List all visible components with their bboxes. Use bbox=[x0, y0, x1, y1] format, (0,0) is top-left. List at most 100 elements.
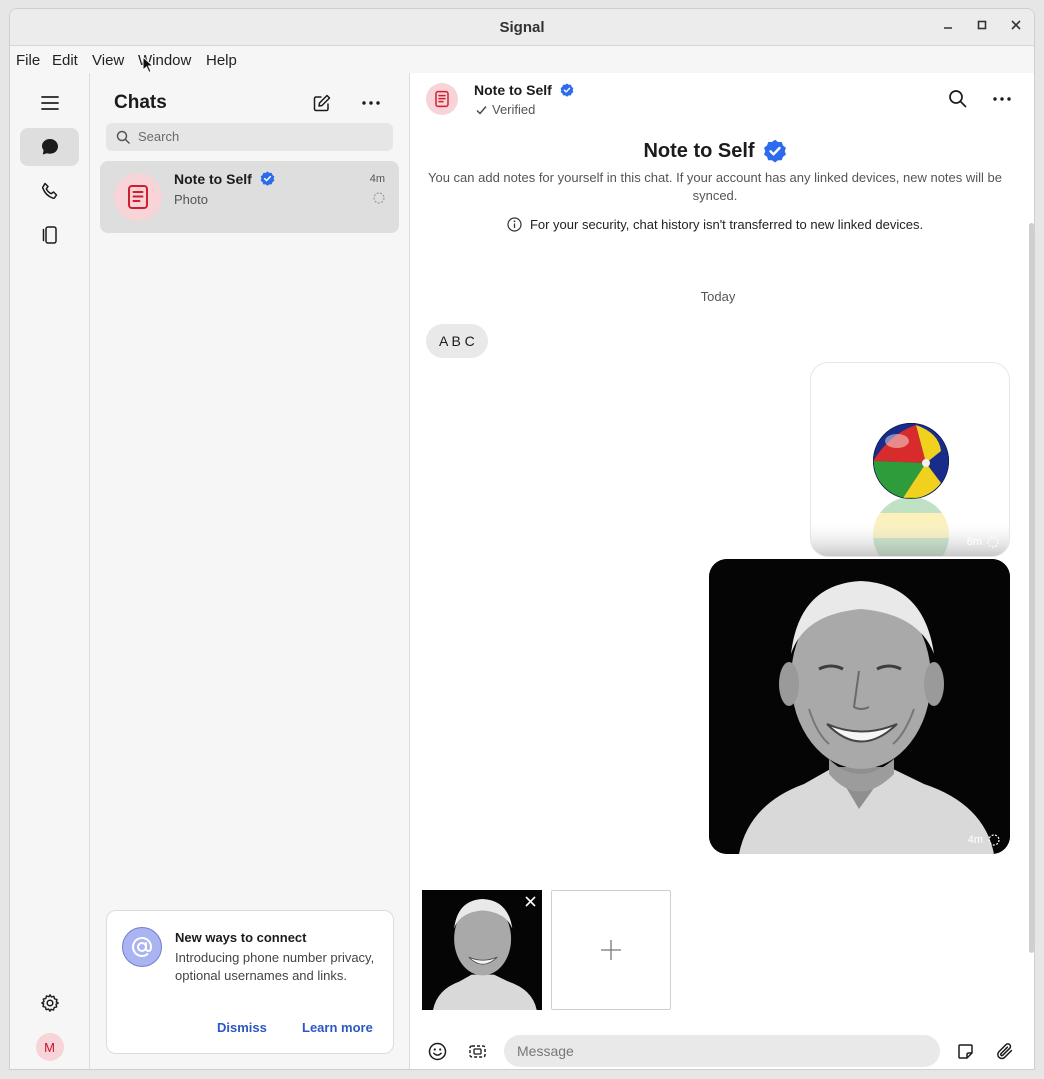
dismiss-button[interactable]: Dismiss bbox=[217, 1020, 267, 1035]
maximize-button[interactable] bbox=[973, 18, 991, 36]
nav-rail: M bbox=[10, 73, 90, 1069]
paperclip-icon bbox=[996, 1041, 1015, 1061]
nav-stories-button[interactable] bbox=[20, 216, 79, 254]
verified-badge-icon bbox=[763, 139, 787, 163]
message-placeholder: Message bbox=[517, 1043, 574, 1059]
note-icon bbox=[126, 184, 150, 210]
security-note-text: For your security, chat history isn't tr… bbox=[529, 217, 924, 232]
date-divider: Today bbox=[700, 289, 736, 304]
search-input[interactable]: Search bbox=[106, 123, 393, 151]
nav-chats-button[interactable] bbox=[20, 128, 79, 166]
chats-heading: Chats bbox=[114, 92, 167, 113]
menu-bar: File Edit View Window Help bbox=[10, 46, 1034, 73]
menu-edit[interactable]: Edit bbox=[52, 52, 78, 69]
verified-label: Verified bbox=[492, 102, 536, 117]
plus-icon bbox=[600, 939, 622, 961]
sending-status-icon bbox=[987, 536, 999, 548]
title-bar: Signal bbox=[10, 9, 1034, 46]
chat-list-pane: Chats Search Note to Self Photo 4m New w… bbox=[90, 73, 410, 1069]
avatar-initial: M bbox=[44, 1039, 55, 1055]
message-time: 6m bbox=[966, 536, 982, 548]
signal-window: Signal File Edit View Window Help M Chat… bbox=[9, 8, 1035, 1070]
message-time: 4m bbox=[967, 834, 983, 846]
sending-status-icon bbox=[988, 834, 1000, 846]
text-message-bubble[interactable]: A B C bbox=[426, 324, 488, 358]
sticker-icon bbox=[956, 1042, 975, 1061]
close-window-button[interactable] bbox=[1007, 18, 1025, 36]
avatar: M bbox=[35, 1033, 64, 1061]
notice-title: New ways to connect bbox=[175, 930, 307, 945]
phone-icon bbox=[40, 181, 60, 201]
sending-status-icon bbox=[373, 192, 385, 204]
gear-icon bbox=[40, 993, 60, 1013]
conversation-more-button[interactable] bbox=[993, 97, 1011, 101]
sticker-button[interactable] bbox=[956, 1042, 975, 1061]
conversation-avatar[interactable] bbox=[426, 83, 458, 115]
attachment-thumbnail-image bbox=[422, 890, 542, 1010]
info-icon bbox=[507, 217, 522, 232]
search-icon bbox=[948, 89, 967, 108]
emoji-icon bbox=[428, 1042, 447, 1061]
verified-status: Verified bbox=[476, 102, 535, 117]
learn-more-link[interactable]: Learn more bbox=[302, 1020, 373, 1035]
new-ways-to-connect-notice: New ways to connect Introducing phone nu… bbox=[106, 910, 394, 1054]
more-horizontal-icon bbox=[362, 101, 380, 105]
chat-name: Note to Self bbox=[174, 171, 252, 187]
checkmark-icon bbox=[476, 105, 487, 115]
intro-title: Note to Self bbox=[643, 139, 755, 162]
search-icon bbox=[116, 130, 130, 144]
intro-text: You can add notes for yourself in this c… bbox=[427, 170, 1003, 203]
mouse-cursor bbox=[142, 55, 155, 79]
chat-bubble-icon bbox=[40, 137, 60, 157]
search-placeholder: Search bbox=[138, 129, 180, 144]
menu-view[interactable]: View bbox=[92, 52, 124, 69]
chat-list-item[interactable]: Note to Self Photo 4m bbox=[100, 161, 399, 233]
compose-button[interactable] bbox=[312, 93, 332, 113]
at-sign-badge bbox=[122, 927, 162, 967]
gif-sticker-icon bbox=[468, 1042, 487, 1061]
stories-icon bbox=[40, 225, 60, 245]
timeline-scrollbar[interactable] bbox=[1029, 223, 1034, 953]
image-message-meta: 6m bbox=[967, 536, 999, 548]
verified-badge-icon bbox=[560, 83, 574, 97]
notice-body: Introducing phone number privacy, option… bbox=[175, 950, 375, 983]
image-message-bubble[interactable]: 4m bbox=[709, 559, 1010, 854]
attach-file-button[interactable] bbox=[996, 1041, 1015, 1061]
minimize-button[interactable] bbox=[939, 18, 957, 36]
conversation-pane: Note to Self Verified Note to Self You c… bbox=[410, 73, 1034, 1069]
image-message-bubble[interactable]: 6m bbox=[810, 362, 1010, 557]
conversation-header: Note to Self Verified bbox=[410, 73, 1034, 129]
window-title: Signal bbox=[499, 19, 545, 36]
conversation-title[interactable]: Note to Self bbox=[474, 82, 574, 100]
verified-badge-icon bbox=[260, 171, 275, 186]
remove-attachment-button[interactable] bbox=[525, 896, 536, 907]
beach-ball-image bbox=[811, 363, 1009, 556]
security-note: For your security, chat history isn't tr… bbox=[507, 217, 923, 232]
emoji-button[interactable] bbox=[428, 1042, 447, 1061]
close-icon bbox=[525, 896, 536, 907]
nav-calls-button[interactable] bbox=[20, 172, 79, 210]
message-input[interactable]: Message bbox=[504, 1035, 940, 1067]
more-horizontal-icon bbox=[993, 97, 1011, 101]
note-icon bbox=[434, 90, 450, 108]
menu-help[interactable]: Help bbox=[206, 52, 237, 69]
sticker-picker-button[interactable] bbox=[468, 1042, 487, 1061]
portrait-photo-image bbox=[709, 559, 1010, 854]
hamburger-icon bbox=[40, 96, 59, 110]
chat-list-more-button[interactable] bbox=[362, 101, 380, 105]
note-to-self-avatar bbox=[114, 173, 162, 221]
chat-preview: Photo bbox=[174, 192, 208, 207]
staged-attachment[interactable] bbox=[422, 890, 542, 1010]
compose-icon bbox=[312, 93, 332, 113]
settings-button[interactable] bbox=[20, 984, 79, 1022]
chat-time: 4m bbox=[369, 173, 385, 185]
image-message-meta: 4m bbox=[968, 834, 1000, 846]
at-sign-icon bbox=[130, 935, 154, 959]
hamburger-menu-button[interactable] bbox=[20, 84, 79, 122]
add-attachment-button[interactable] bbox=[551, 890, 671, 1010]
conversation-search-button[interactable] bbox=[948, 89, 967, 108]
menu-file[interactable]: File bbox=[16, 52, 40, 69]
profile-avatar-button[interactable]: M bbox=[20, 1028, 79, 1066]
composer: Message bbox=[410, 1023, 1034, 1069]
conversation-name: Note to Self bbox=[474, 82, 552, 98]
